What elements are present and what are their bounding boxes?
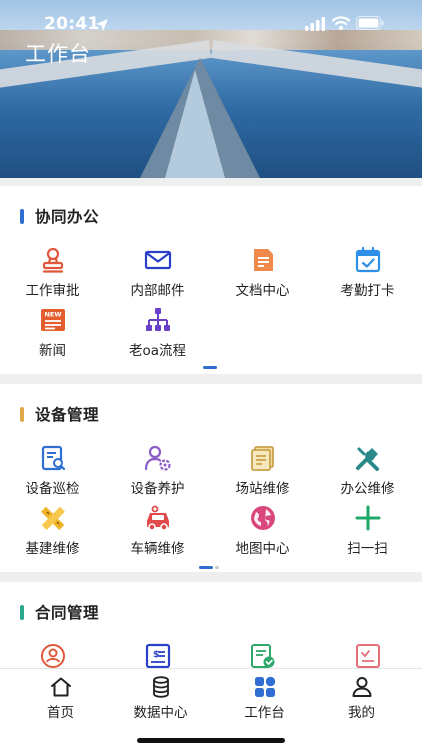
ruler-pencil-icon <box>40 507 65 530</box>
section-contracts: 合同管理 $ <box>0 582 422 668</box>
tab-home[interactable]: 首页 <box>8 675 113 721</box>
app-equipment-inspection[interactable]: 设备巡检 <box>0 444 105 500</box>
app-label: 考勤打卡 <box>340 283 395 299</box>
wifi-icon <box>332 16 350 30</box>
section-divider <box>0 572 422 582</box>
tab-label: 首页 <box>47 705 74 721</box>
app-label: 设备养护 <box>130 481 185 497</box>
app-label: 基建维修 <box>25 541 80 557</box>
app-label: 办公维修 <box>340 481 395 497</box>
checklist-icon <box>355 644 380 668</box>
plus-scan-icon <box>355 505 380 531</box>
app-document-center[interactable]: 文档中心 <box>210 246 315 302</box>
mail-icon <box>144 250 171 270</box>
app-map-center[interactable]: 地图中心 <box>210 504 315 560</box>
home-icon <box>50 677 71 697</box>
page-indicator <box>203 366 217 369</box>
app-label: 内部邮件 <box>130 283 185 299</box>
section-title: 合同管理 <box>35 604 100 622</box>
invoice-icon: $ <box>145 643 170 668</box>
hero-banner: 20:41 工作台 <box>0 0 422 178</box>
app-internal-mail[interactable]: 内部邮件 <box>105 246 210 302</box>
car-icon <box>146 505 169 531</box>
app-label: 文档中心 <box>235 283 290 299</box>
page-indicator-inactive <box>215 566 219 569</box>
calendar-check-icon <box>355 246 380 273</box>
section-divider <box>0 178 422 186</box>
app-station-repair[interactable]: 场站维修 <box>210 444 315 500</box>
section-header: 合同管理 <box>20 602 99 622</box>
section-accent-bar <box>20 208 24 224</box>
page-indicator-active <box>199 566 213 569</box>
user-icon <box>352 677 371 697</box>
app-attendance[interactable]: 考勤打卡 <box>315 246 420 302</box>
document-icon <box>253 249 273 271</box>
app-label: 工作审批 <box>25 283 80 299</box>
app-contract-invoice[interactable]: $ <box>105 642 210 668</box>
app-label: 老oa流程 <box>128 343 187 359</box>
section-collaboration: 协同办公 工作审批 内部邮件 文档中心 考勤打卡 NEW 新闻 老oa流程 <box>0 186 422 374</box>
section-accent-bar <box>20 406 24 422</box>
tab-label: 我的 <box>348 705 375 721</box>
section-header: 设备管理 <box>20 404 99 424</box>
app-office-repair[interactable]: 办公维修 <box>315 444 420 500</box>
page-title: 工作台 <box>25 42 91 66</box>
tab-profile[interactable]: 我的 <box>309 675 414 721</box>
app-work-approval[interactable]: 工作审批 <box>0 246 105 302</box>
app-news[interactable]: NEW 新闻 <box>0 306 105 362</box>
workflow-icon <box>145 308 170 331</box>
tools-icon <box>355 447 379 471</box>
location-arrow-icon <box>96 19 108 31</box>
app-equipment-maintenance[interactable]: 设备养护 <box>105 444 210 500</box>
app-contract-certificate[interactable] <box>210 642 315 668</box>
app-label: 地图中心 <box>235 541 290 557</box>
battery-icon <box>356 16 384 30</box>
tab-data-center[interactable]: 数据中心 <box>108 675 213 721</box>
news-icon: NEW <box>40 309 65 331</box>
database-icon <box>152 676 169 698</box>
stamp-icon <box>42 247 63 273</box>
tab-workbench[interactable]: 工作台 <box>212 675 317 721</box>
cellular-signal-icon <box>305 17 325 31</box>
app-old-oa-workflow[interactable]: 老oa流程 <box>105 306 210 362</box>
user-gear-icon <box>144 445 171 471</box>
home-indicator <box>137 738 285 743</box>
news-badge: NEW <box>44 311 61 319</box>
hero-channel-water <box>165 70 225 178</box>
app-scan[interactable]: 扫一扫 <box>315 504 420 560</box>
app-vehicle-repair[interactable]: 车辆维修 <box>105 504 210 560</box>
app-contract-checklist[interactable] <box>315 642 420 668</box>
tab-label: 数据中心 <box>133 705 188 721</box>
app-infrastructure-repair[interactable]: 基建维修 <box>0 504 105 560</box>
app-label: 设备巡检 <box>25 481 80 497</box>
status-time: 20:41 <box>44 14 100 34</box>
section-title: 设备管理 <box>35 406 100 424</box>
app-contract-approval[interactable] <box>0 642 105 668</box>
section-equipment: 设备管理 设备巡检 设备养护 场站维修 办公维修 基建维修 车辆维修 地图中心 … <box>0 384 422 572</box>
inspection-icon <box>41 445 65 471</box>
app-label: 场站维修 <box>235 481 290 497</box>
workbench-icon <box>254 676 275 697</box>
app-label: 扫一扫 <box>347 541 388 557</box>
pages-icon <box>250 446 274 471</box>
globe-icon <box>250 506 275 530</box>
section-accent-bar <box>20 604 24 620</box>
certificate-icon <box>250 644 274 668</box>
app-label: 新闻 <box>39 343 66 359</box>
section-header: 协同办公 <box>20 206 99 226</box>
tab-label: 工作台 <box>244 705 285 721</box>
contract-stamp-icon <box>40 644 65 668</box>
section-title: 协同办公 <box>35 208 100 226</box>
section-divider <box>0 374 422 384</box>
app-label: 车辆维修 <box>130 541 185 557</box>
